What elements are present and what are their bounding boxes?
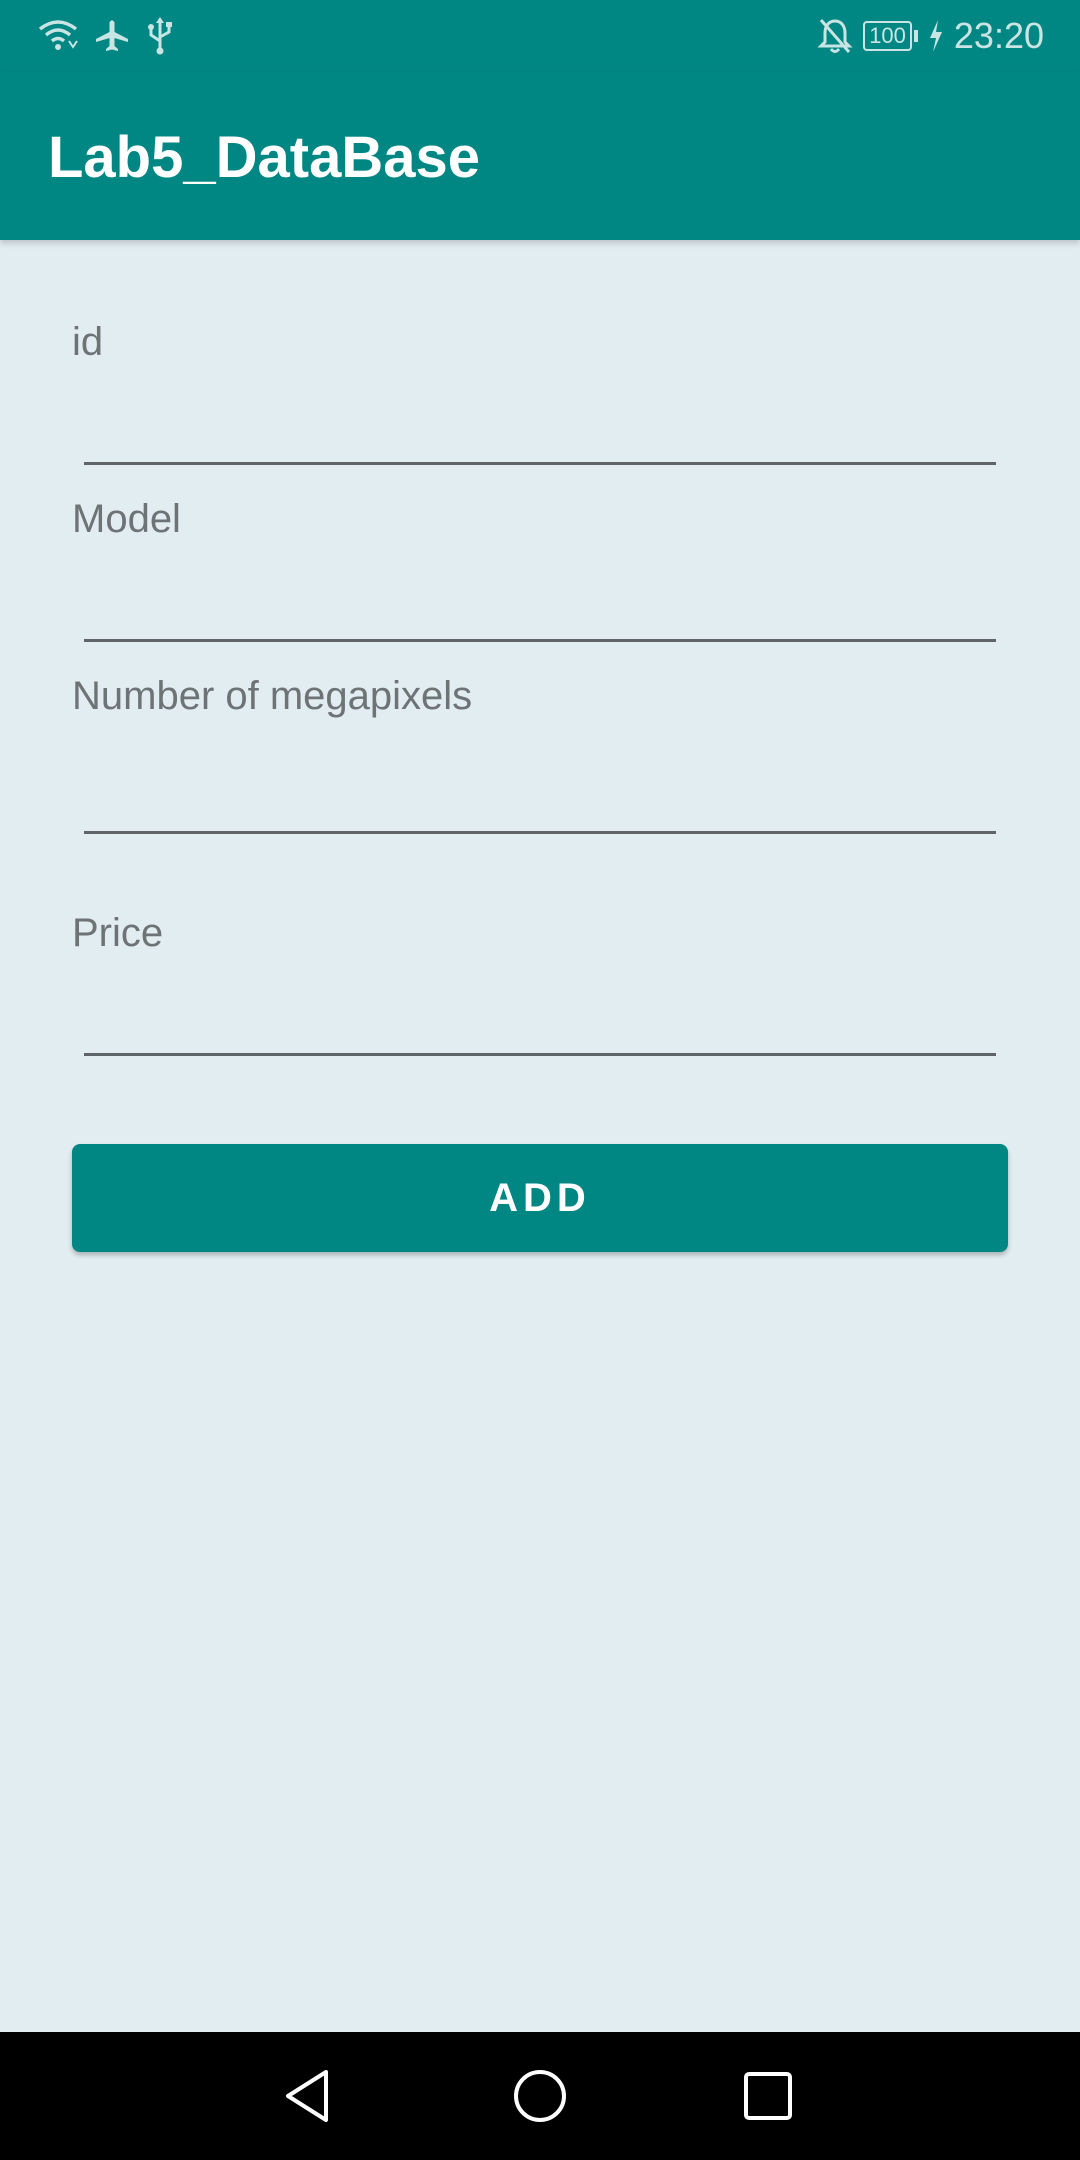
back-icon[interactable] [274, 2062, 342, 2130]
status-right-icons: 100 23:20 [817, 14, 1044, 58]
megapixels-label: Number of megapixels [72, 674, 473, 718]
usb-icon [146, 17, 174, 55]
wifi-icon [38, 19, 78, 53]
id-label: id [72, 320, 104, 364]
status-left-icons [38, 14, 174, 58]
battery-icon: 100 [863, 21, 918, 51]
recents-icon[interactable] [734, 2062, 802, 2130]
battery-level: 100 [863, 21, 912, 51]
megapixels-input[interactable] [84, 771, 996, 834]
navigation-bar [0, 2032, 1080, 2160]
airplane-mode-icon [94, 18, 130, 54]
add-button[interactable]: ADD [72, 1144, 1008, 1252]
status-time: 23:20 [953, 15, 1044, 56]
model-input[interactable] [84, 579, 996, 642]
price-label: Price [72, 911, 164, 955]
price-input[interactable] [84, 993, 996, 1056]
home-icon[interactable] [506, 2062, 574, 2130]
notifications-off-icon [817, 17, 853, 55]
app-title: Lab5_DataBase [48, 125, 480, 190]
model-label: Model [72, 497, 181, 541]
app-bar: Lab5_DataBase [0, 72, 1080, 240]
status-bar: 100 23:20 [0, 0, 1080, 72]
charging-icon [928, 20, 944, 52]
id-input[interactable] [84, 402, 996, 465]
